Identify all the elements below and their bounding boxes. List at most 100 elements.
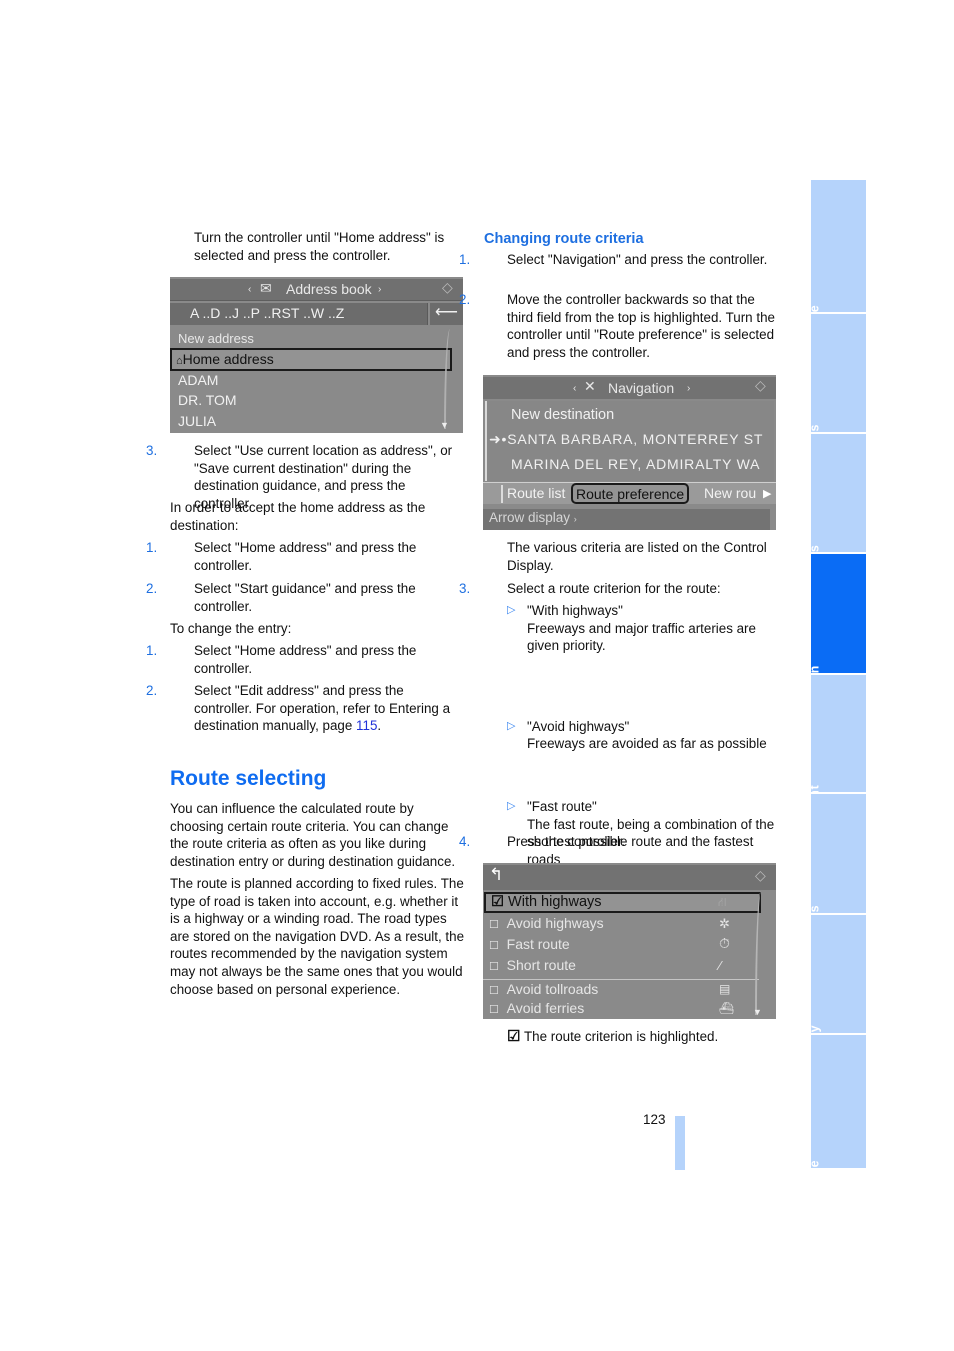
tab-new-route[interactable]: New rou bbox=[704, 485, 756, 503]
side-tab-at-a-glance[interactable]: At a glance bbox=[807, 180, 866, 380]
checkbox-icon: ☐ bbox=[489, 985, 499, 997]
home-icon: ⌂ bbox=[176, 355, 183, 367]
paragraph: In order to accept the home address as t… bbox=[170, 500, 426, 533]
tab-scroll-right-icon[interactable]: ▶ bbox=[763, 486, 771, 504]
option-label: Avoid highways bbox=[506, 915, 604, 931]
controller-icon: ◇ bbox=[755, 867, 766, 883]
page-link[interactable]: 115 bbox=[356, 718, 377, 733]
step-item: 1. Select "Home address" and press the co… bbox=[146, 642, 465, 677]
address-book-icon: ✉ bbox=[260, 280, 272, 296]
back-arrow-icon: ↰ bbox=[489, 865, 504, 884]
screen-header: ↰ ◇ bbox=[483, 865, 776, 890]
screen-header: ‹ ✉ Address book › ◇ bbox=[170, 279, 463, 301]
side-tab-entertainment[interactable]: Entertainment bbox=[807, 675, 866, 878]
paragraph: You can influence the calculated route b… bbox=[170, 801, 456, 869]
menu-item[interactable]: New destination bbox=[511, 407, 614, 425]
list-item[interactable]: New address bbox=[178, 330, 254, 348]
option-selected[interactable]: ☑ With highways ⛙ bbox=[484, 892, 761, 913]
alphabet-bar[interactable]: A ..D ..J ..P ..RST ..W ..Z bbox=[170, 303, 428, 325]
option-item[interactable]: ☐ Avoid ferries ⛴ bbox=[489, 1000, 734, 1019]
stopwatch-icon: ⏱ bbox=[719, 935, 730, 951]
side-tab-reference[interactable]: Reference bbox=[807, 1035, 866, 1228]
checkbox-icon: ☐ bbox=[489, 940, 499, 952]
step-item: 2. Select "Start guidance" and press the … bbox=[146, 580, 465, 615]
destination-label: SANTA BARBARA, MONTERREY ST bbox=[507, 431, 764, 447]
list-item[interactable]: DR. TOM bbox=[178, 392, 237, 410]
bullet-triangle-icon: ▷ bbox=[507, 799, 516, 812]
page-marker bbox=[675, 1116, 685, 1170]
intro-text: Turn the controller until "Home address"… bbox=[194, 230, 445, 263]
checkbox-icon: ☐ bbox=[489, 1004, 499, 1016]
controller-icon: ◇ bbox=[755, 377, 766, 393]
criterion-item: ▷ "With highways" Freeways and major tra… bbox=[483, 602, 778, 655]
destination-row[interactable]: ➜•SANTA BARBARA, MONTERREY ST bbox=[489, 431, 763, 449]
step-number: 2. bbox=[146, 581, 158, 596]
side-tab-driving-tips[interactable]: Driving tips bbox=[807, 434, 866, 622]
navigation-icon: ✕ bbox=[584, 378, 596, 394]
option-item[interactable]: ☐ Fast route ⏱ bbox=[489, 935, 730, 956]
step-item: 1. Select "Navigation" and press the cont… bbox=[459, 251, 778, 269]
paragraph: The route is planned according to fixed … bbox=[170, 876, 465, 997]
side-tab-controls[interactable]: Controls bbox=[807, 314, 866, 482]
toll-icon: ▤ bbox=[719, 982, 731, 996]
step-number: 2. bbox=[459, 292, 471, 307]
step-number: 3. bbox=[459, 581, 471, 596]
side-tab-label: Reference bbox=[807, 1160, 822, 1228]
arrow-display-label: Arrow display bbox=[489, 510, 571, 525]
caption: ☑ The route criterion is highlighted. bbox=[507, 1028, 718, 1046]
criterion-name: "Fast route" bbox=[527, 798, 597, 814]
option-label: Short route bbox=[506, 957, 576, 973]
list-item[interactable]: JULIA bbox=[178, 413, 216, 431]
scrollbar[interactable] bbox=[444, 329, 454, 429]
arrow-right-icon: › bbox=[687, 383, 691, 394]
step-number: 3. bbox=[146, 443, 158, 458]
address-book-screen: ‹ ✉ Address book › ◇ A ..D ..J ..P ..RST… bbox=[170, 277, 463, 433]
option-item[interactable]: ☐ Avoid highways ✲ bbox=[489, 915, 730, 935]
back-arrow-icon: ⟵ bbox=[435, 304, 458, 321]
criterion-desc: Freeways and major traffic arteries are … bbox=[527, 620, 756, 654]
step-text-tail: . bbox=[377, 718, 382, 734]
scroll-down-icon[interactable]: ▼ bbox=[440, 417, 449, 433]
ferry-icon: ⛴ bbox=[719, 1001, 735, 1015]
navigation-screen: ‹ ✕ Navigation › ◇ New destination ➜•SAN… bbox=[483, 375, 776, 530]
list-item[interactable]: ADAM bbox=[178, 372, 218, 390]
tab-route-preference[interactable]: Route preference bbox=[571, 483, 690, 504]
back-button[interactable]: ↰ bbox=[489, 866, 503, 884]
divider bbox=[483, 979, 759, 980]
list-item-selected[interactable]: ⌂Home address bbox=[170, 348, 452, 371]
arrow-left-icon: ‹ bbox=[573, 383, 577, 394]
criterion-name: "With highways" bbox=[527, 603, 623, 618]
side-tab-navigation[interactable]: Navigation bbox=[807, 554, 866, 737]
checkbox-checked-icon: ☑ bbox=[507, 1028, 521, 1045]
section-title: Route selecting bbox=[170, 767, 327, 790]
caption-text: The route criterion is highlighted. bbox=[523, 1029, 719, 1044]
scroll-down-icon[interactable]: ▼ bbox=[753, 1004, 762, 1019]
destination-row[interactable]: MARINA DEL REY, ADMIRALTY WA bbox=[511, 456, 760, 474]
option-label: Avoid ferries bbox=[506, 1000, 585, 1016]
step-text: Select "Edit address" and press the cont… bbox=[194, 683, 451, 734]
current-destination-icon: ➜• bbox=[489, 431, 508, 447]
short-route-icon: ⁄ bbox=[719, 958, 722, 973]
side-tab-communications[interactable]: Communications bbox=[807, 794, 866, 1018]
paragraph: To change the entry: bbox=[170, 621, 292, 636]
step-text: Select "Navigation" and press the contro… bbox=[507, 252, 768, 267]
screen-header: ‹ ✕ Navigation › ◇ bbox=[483, 377, 776, 399]
option-item[interactable]: ☐ Short route ⁄ bbox=[489, 957, 721, 977]
tab-route-list[interactable]: Route list bbox=[501, 485, 565, 503]
avoid-highway-icon: ✲ bbox=[719, 916, 730, 931]
controller-icon: ◇ bbox=[442, 279, 453, 295]
criterion-name: "Avoid highways" bbox=[527, 718, 630, 734]
route-preference-screen: ↰ ◇ ☑ With highways ⛙ ☐ Avoid highways ✲… bbox=[483, 863, 776, 1019]
step-text: Select "Home address" and press the cont… bbox=[194, 643, 417, 676]
step-item: 4. Press the controller. bbox=[459, 833, 778, 851]
step-number: 1. bbox=[146, 540, 158, 555]
step-text: Press the controller. bbox=[507, 834, 626, 849]
arrow-display-item[interactable]: Arrow display › bbox=[483, 509, 770, 530]
option-item[interactable]: ☐ Avoid tollroads ▤ bbox=[489, 981, 730, 1001]
subsection-title: Changing route criteria bbox=[484, 231, 644, 247]
criterion-desc: Freeways are avoided as far as possible bbox=[527, 736, 767, 752]
step-item: 2. Select "Edit address" and press the co… bbox=[146, 682, 465, 735]
step-text: Move the controller backwards so that th… bbox=[507, 292, 775, 360]
side-tab-mobility[interactable]: Mobility bbox=[807, 915, 866, 1079]
page-number: 123 bbox=[643, 1112, 666, 1127]
